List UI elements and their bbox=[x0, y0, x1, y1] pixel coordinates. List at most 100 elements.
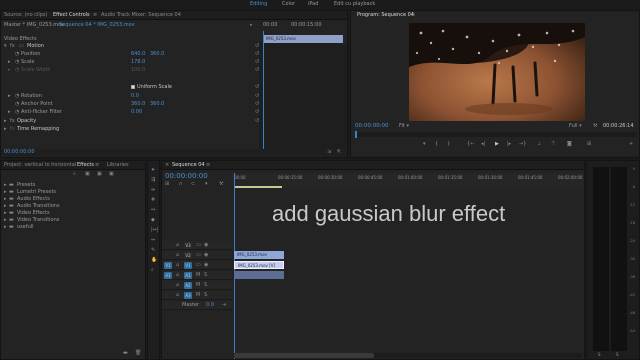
tab-libraries[interactable]: Libraries bbox=[107, 161, 129, 170]
eye-icon[interactable]: ◉ bbox=[204, 262, 208, 269]
lock-icon[interactable]: ⌂ bbox=[176, 272, 179, 279]
time-remap-row[interactable]: ▸ fx Time Remapping bbox=[1, 126, 347, 133]
expand-triangle-icon[interactable]: ▸ bbox=[8, 67, 11, 74]
effects-folder-video-transitions[interactable]: ▸ ▬ Video Transitions bbox=[1, 217, 145, 224]
prop-value[interactable]: 0.0 bbox=[131, 93, 139, 100]
reset-icon[interactable]: ↺ bbox=[255, 93, 259, 100]
prop-row-anti-flicker[interactable]: ▸ ◔ Anti-flicker Filter 0.00 ↺ bbox=[1, 109, 347, 116]
effects-folder-audio-transitions[interactable]: ▸ ▬ Audio Transitions bbox=[1, 203, 145, 210]
track-select-tool-icon[interactable]: ⇶ bbox=[151, 177, 155, 184]
program-title[interactable]: Program: Sequence 04 bbox=[357, 11, 414, 20]
prop-row-anchor-point[interactable]: ◔ Anchor Point 360.0 360.0 ↺ bbox=[1, 101, 347, 108]
uniform-scale-checkbox[interactable] bbox=[131, 85, 135, 89]
hand-tool-icon[interactable]: ✋ bbox=[151, 257, 157, 264]
reset-icon[interactable]: ↺ bbox=[255, 43, 259, 50]
lock-icon[interactable]: ⌂ bbox=[176, 282, 179, 289]
timeline-sequence-tab[interactable]: Sequence 04 bbox=[172, 161, 205, 170]
uniform-scale-row[interactable]: Uniform Scale ↺ bbox=[1, 84, 347, 91]
mute-icon[interactable]: M bbox=[196, 282, 200, 289]
prop-row-scale-width[interactable]: ▸ ◔ Scale Width 100.0 ↺ bbox=[1, 67, 347, 74]
go-to-out-icon[interactable]: →} bbox=[519, 141, 526, 148]
selection-tool-icon[interactable]: ➤ bbox=[151, 167, 155, 174]
timeline-hscrollbar[interactable] bbox=[234, 353, 582, 358]
program-scrub-bar[interactable] bbox=[355, 131, 637, 138]
playhead-marker[interactable] bbox=[355, 131, 357, 138]
reset-icon[interactable]: ↺ bbox=[255, 109, 259, 116]
solo-left-button[interactable]: S bbox=[598, 352, 601, 357]
motion-icon[interactable]: ▭ bbox=[19, 43, 24, 50]
clip-a1[interactable] bbox=[234, 271, 284, 279]
expand-triangle-icon[interactable]: ▾ bbox=[4, 43, 7, 50]
master-clip-label[interactable]: Master * IMG_0253.mov bbox=[4, 22, 64, 29]
eye-icon[interactable]: ◉ bbox=[204, 242, 208, 249]
tab-effects-menu-icon[interactable]: ≡ bbox=[95, 161, 99, 170]
stopwatch-icon[interactable]: ◔ bbox=[15, 101, 19, 108]
sequence-clip-label[interactable]: Sequence 04 * IMG_0253.mov bbox=[59, 22, 135, 29]
program-timecode[interactable]: 00:00:00:00 bbox=[355, 123, 389, 130]
play-only-icon[interactable]: ▸ bbox=[250, 22, 253, 29]
search-icon[interactable]: ⌕ bbox=[73, 171, 76, 178]
workspace-tab-ipad[interactable]: iPad bbox=[308, 1, 318, 7]
lift-icon[interactable]: ⊥ bbox=[537, 141, 541, 148]
lock-icon[interactable]: ⌂ bbox=[176, 252, 179, 259]
export-icon[interactable]: ⇱ bbox=[337, 149, 341, 156]
solo-icon[interactable]: S bbox=[204, 272, 207, 279]
sync-icon[interactable]: ▭ bbox=[196, 242, 201, 249]
stopwatch-icon[interactable]: ◔ bbox=[15, 59, 19, 66]
ec-footer-timecode[interactable]: 00:00:00:00 bbox=[4, 149, 35, 156]
extract-icon[interactable]: ⊤ bbox=[551, 141, 555, 148]
fx-icon[interactable]: fx bbox=[10, 126, 15, 133]
effects-folder-usefull[interactable]: ▸ ▬ usefull bbox=[1, 224, 145, 231]
prop-value[interactable]: 100.0 bbox=[131, 67, 145, 74]
go-to-end-icon[interactable]: ⇥ bbox=[222, 302, 226, 309]
clip-v1[interactable]: IMG_0253.mov [V] bbox=[234, 261, 284, 269]
expand-triangle-icon[interactable]: ▸ bbox=[8, 93, 11, 100]
go-to-in-icon[interactable]: {← bbox=[467, 141, 474, 148]
timeline-timecode[interactable]: 00:00:00:00 bbox=[165, 172, 208, 180]
yuv-effects-icon[interactable]: ▣ bbox=[109, 171, 114, 178]
new-bin-icon[interactable]: ▬ bbox=[123, 350, 128, 357]
stopwatch-icon[interactable]: ◔ bbox=[15, 51, 19, 58]
eye-icon[interactable]: ◉ bbox=[204, 252, 208, 259]
timeline-ruler[interactable]: 00:00 00:00:15:00 00:00:30:00 00:00:45:0… bbox=[232, 173, 584, 189]
quality-dropdown[interactable]: Full ▾ bbox=[569, 123, 582, 130]
effects-folder-presets[interactable]: ▸ ▬ Presets bbox=[1, 182, 145, 189]
tab-effect-controls[interactable]: Effect Controls bbox=[53, 11, 90, 20]
stopwatch-icon[interactable]: ◔ bbox=[15, 109, 19, 116]
step-back-icon[interactable]: ◂| bbox=[481, 141, 485, 148]
workspace-tab-editing[interactable]: Editing bbox=[250, 1, 267, 7]
expand-triangle-icon[interactable]: ▸ bbox=[4, 210, 7, 217]
track-label[interactable]: V3 bbox=[184, 242, 192, 249]
reset-icon[interactable]: ↺ bbox=[255, 51, 259, 58]
prop-row-rotation[interactable]: ▸ ◔ Rotation 0.0 ↺ bbox=[1, 93, 347, 100]
prop-value[interactable]: 640.0 bbox=[131, 51, 145, 58]
program-video-frame[interactable] bbox=[409, 23, 585, 121]
reset-icon[interactable]: ↺ bbox=[255, 118, 259, 125]
track-label[interactable]: A3 bbox=[184, 292, 192, 299]
source-patch-v1[interactable]: V1 bbox=[164, 262, 172, 269]
workspace-tab-custom[interactable]: Edit cu playback bbox=[334, 1, 375, 7]
wrench-icon[interactable]: ⚒ bbox=[593, 123, 597, 130]
opacity-row[interactable]: ▸ fx Opacity ↺ bbox=[1, 118, 347, 125]
accelerated-effects-icon[interactable]: ▣ bbox=[85, 171, 90, 178]
slide-tool-icon[interactable]: ⇔ bbox=[151, 237, 155, 244]
expand-triangle-icon[interactable]: ▸ bbox=[4, 224, 7, 231]
filter-icon[interactable]: ⇲ bbox=[327, 149, 331, 156]
snap-icon[interactable]: ∩ bbox=[179, 181, 183, 188]
effects-folder-lumetri[interactable]: ▸ ▬ Lumetri Presets bbox=[1, 189, 145, 196]
lock-icon[interactable]: ⌂ bbox=[176, 292, 179, 299]
tab-audio-track-mixer[interactable]: Audio Track Mixer: Sequence 04 bbox=[101, 11, 181, 20]
fit-dropdown[interactable]: Fit ▾ bbox=[399, 123, 409, 130]
export-frame-icon[interactable]: ◙ bbox=[567, 141, 572, 148]
expand-triangle-icon[interactable]: ▸ bbox=[4, 189, 7, 196]
effects-folder-audio-effects[interactable]: ▸ ▬ Audio Effects bbox=[1, 196, 145, 203]
program-menu-icon[interactable]: ≡ bbox=[411, 11, 415, 20]
tab-source[interactable]: Source: (no clips) bbox=[4, 11, 47, 20]
stopwatch-icon[interactable]: ◔ bbox=[15, 93, 19, 100]
expand-triangle-icon[interactable]: ▸ bbox=[4, 126, 7, 133]
workspace-tab-color[interactable]: Color bbox=[282, 1, 295, 7]
mark-out-icon[interactable]: } bbox=[447, 141, 450, 148]
motion-row[interactable]: ▾ fx ▭ Motion ↺ bbox=[1, 43, 347, 50]
effects-folder-video-effects[interactable]: ▸ ▬ Video Effects bbox=[1, 210, 145, 217]
rolling-edit-tool-icon[interactable]: # bbox=[151, 197, 155, 204]
